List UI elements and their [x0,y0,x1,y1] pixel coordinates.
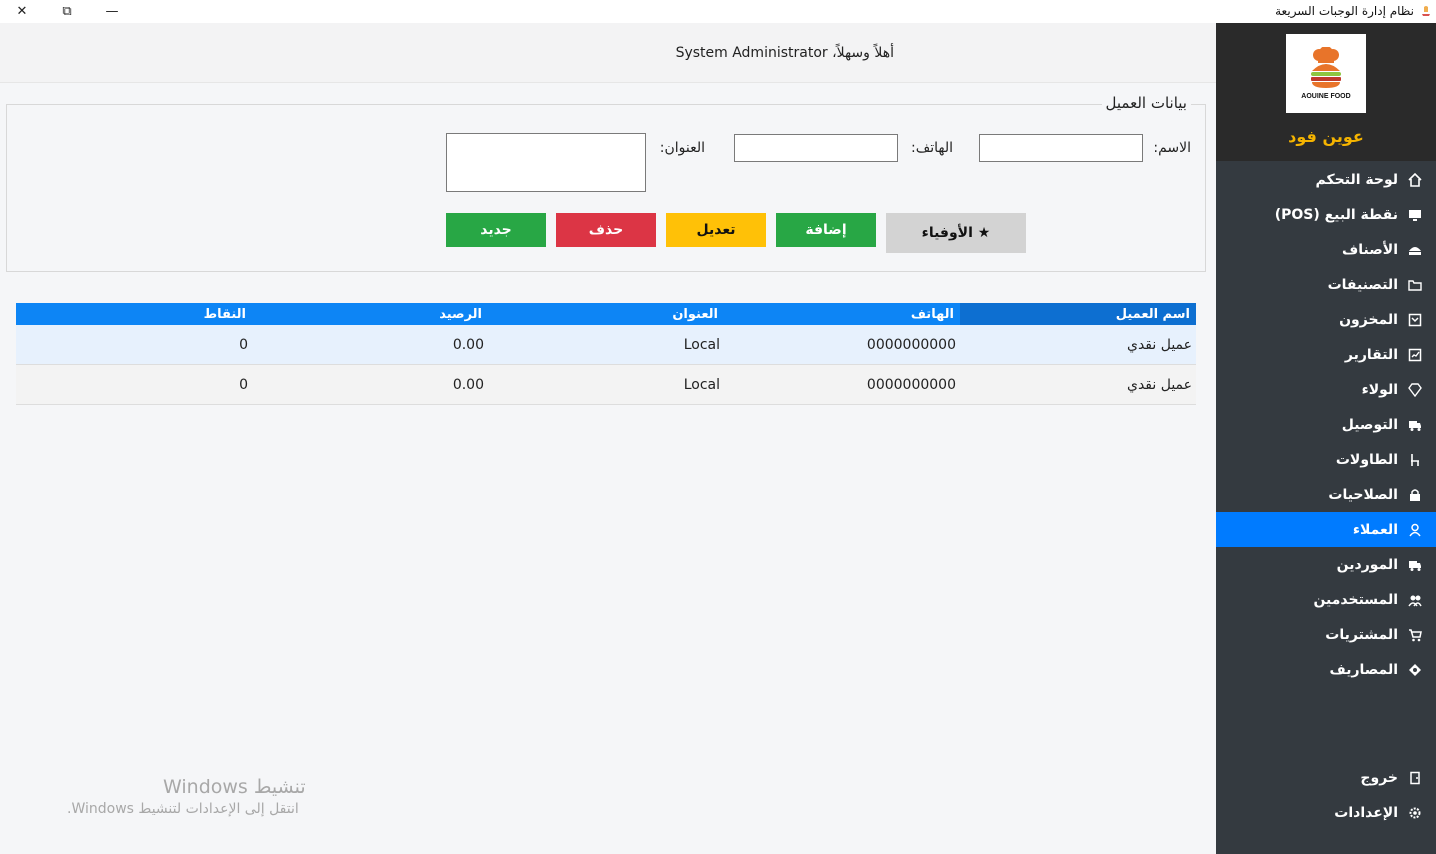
loyal-customers-button[interactable]: ★ الأوفياء [886,213,1026,253]
table-row[interactable]: عميل نقدي 0000000000 Local 0.00 0 [16,365,1196,405]
sidebar-item-logout[interactable]: خروج [1216,760,1436,795]
welcome-message: أهلاً وسهلاً، System Administrator [675,45,894,61]
column-header-balance[interactable]: الرصيد [439,303,482,325]
sidebar-item-customers[interactable]: العملاء [1216,512,1436,547]
activation-watermark-title: تنشيط Windows [163,776,306,798]
brand-logo: AOUINE FOOD [1286,34,1366,113]
cell-phone: 0000000000 [866,376,956,393]
phone-input[interactable] [734,134,898,162]
chef-burger-icon [1311,47,1341,88]
sidebar-item-suppliers[interactable]: الموردين [1216,547,1436,582]
minimize-window-button[interactable]: — [90,0,134,23]
cell-address: Local [683,376,720,393]
cell-balance: 0.00 [452,376,484,393]
chair-icon [1408,453,1422,467]
cell-points: 0 [239,336,248,353]
sidebar-item-pos[interactable]: نقطة البيع (POS) [1216,197,1436,232]
door-icon [1408,771,1422,785]
phone-label: الهاتف: [911,140,953,156]
money-icon [1408,663,1422,677]
users-icon [1408,593,1422,607]
sidebar-nav: لوحة التحكم نقطة البيع (POS) الأصناف الت… [1216,162,1436,687]
sidebar-item-delivery[interactable]: التوصيل [1216,407,1436,442]
sidebar-item-reports[interactable]: التقارير [1216,337,1436,372]
box-icon [1408,313,1422,327]
column-header-name[interactable]: اسم العميل [1116,303,1190,325]
delete-button[interactable]: حذف [556,213,656,247]
cell-name: عميل نقدي [1126,336,1192,353]
sidebar-item-tables[interactable]: الطاولات [1216,442,1436,477]
customer-form-group: بيانات العميل الاسم: الهاتف: العنوان: ★ … [6,94,1206,272]
logo-text: AOUINE FOOD [1301,93,1351,100]
sidebar-item-products[interactable]: الأصناف [1216,232,1436,267]
lock-icon [1408,488,1422,502]
table-row[interactable]: عميل نقدي 0000000000 Local 0.00 0 [16,325,1196,365]
brand-area: AOUINE FOOD عوين فود [1216,23,1436,161]
diamond-icon [1408,382,1422,397]
window-title: نظام إدارة الوجبات السريعة [1275,4,1414,18]
cell-points: 0 [239,376,248,393]
cell-name: عميل نقدي [1126,376,1192,393]
new-button[interactable]: جديد [446,213,546,247]
name-label: الاسم: [1153,140,1191,156]
customer-form-title: بيانات العميل [1101,94,1191,112]
truck-icon [1408,558,1422,572]
sidebar: AOUINE FOOD عوين فود لوحة التحكم نقطة ال… [1216,23,1436,854]
add-button[interactable]: إضافة [776,213,876,247]
sidebar-item-purchases[interactable]: المشتريات [1216,617,1436,652]
address-input[interactable] [446,133,646,192]
sidebar-item-loyalty[interactable]: الولاء [1216,372,1436,407]
brand-name: عوين فود [1288,127,1364,146]
sidebar-item-expenses[interactable]: المصاريف [1216,652,1436,687]
table-header: اسم العميل الهاتف العنوان الرصيد النقاط [16,303,1196,325]
food-icon [1408,243,1422,257]
column-header-phone[interactable]: الهاتف [911,303,954,325]
sidebar-item-users[interactable]: المستخدمين [1216,582,1436,617]
gear-icon [1408,806,1422,820]
column-header-address[interactable]: العنوان [672,303,718,325]
name-input[interactable] [979,134,1143,162]
sidebar-item-categories[interactable]: التصنيفات [1216,267,1436,302]
monitor-icon [1408,208,1422,222]
sidebar-item-settings[interactable]: الإعدادات [1216,795,1436,830]
folder-icon [1408,278,1422,292]
sidebar-item-permissions[interactable]: الصلاحيات [1216,477,1436,512]
title-bar: ✕ ⧉ — نظام إدارة الوجبات السريعة [0,0,1436,23]
cell-phone: 0000000000 [866,336,956,353]
address-label: العنوان: [659,140,705,156]
user-icon [1408,523,1422,537]
chart-icon [1408,348,1422,362]
sidebar-bottom: خروج الإعدادات [1216,760,1436,830]
close-window-button[interactable]: ✕ [0,0,44,23]
app-icon [1422,6,1430,16]
cart-icon [1408,628,1422,642]
cell-address: Local [683,336,720,353]
customers-table: اسم العميل الهاتف العنوان الرصيد النقاط … [16,303,1196,405]
sidebar-item-dashboard[interactable]: لوحة التحكم [1216,162,1436,197]
maximize-window-button[interactable]: ⧉ [45,0,89,23]
header-bar: أهلاً وسهلاً، System Administrator [0,23,1216,83]
activation-watermark-text: انتقل إلى الإعدادات لتنشيط Windows. [67,801,299,817]
truck-icon [1408,418,1422,432]
home-icon [1408,172,1422,187]
sidebar-item-inventory[interactable]: المخزون [1216,302,1436,337]
edit-button[interactable]: تعديل [666,213,766,247]
cell-balance: 0.00 [452,336,484,353]
column-header-points[interactable]: النقاط [204,303,246,325]
